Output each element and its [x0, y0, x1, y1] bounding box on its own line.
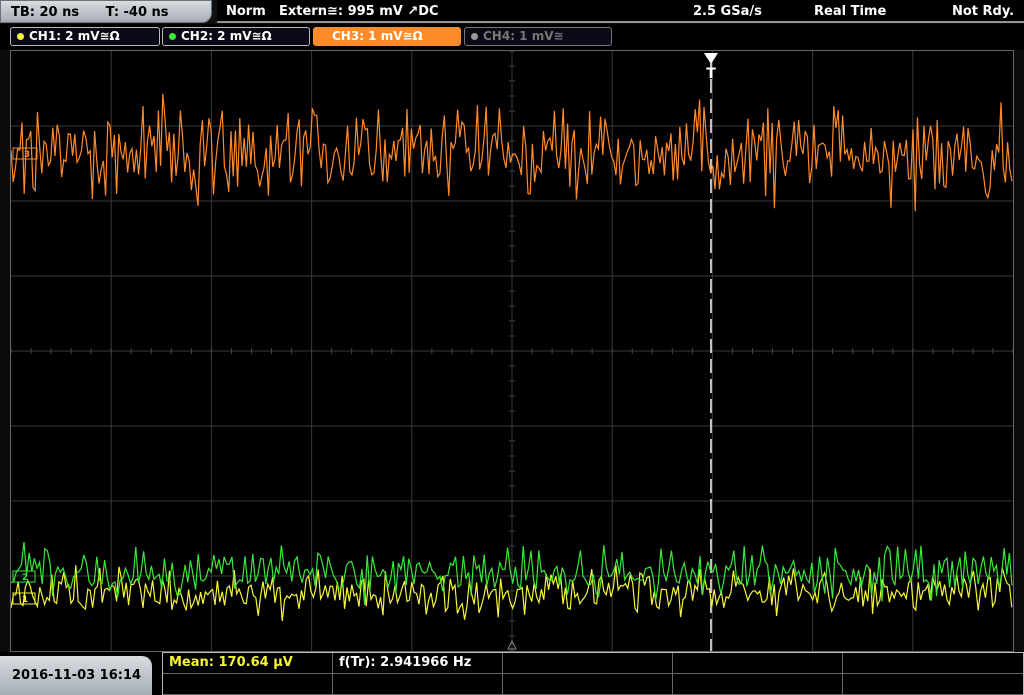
acquisition-mode: Real Time — [814, 4, 887, 19]
trigger-mode: Norm — [226, 4, 266, 19]
measurement-slot-6[interactable] — [163, 674, 333, 695]
channel-2-marker-label: 2 — [22, 573, 28, 583]
measurement-slot-8[interactable] — [503, 674, 673, 695]
channel-1-marker-label: 1 — [22, 595, 28, 605]
timebase-box[interactable]: TB: 20 ns T: -40 ns — [0, 0, 212, 23]
channel-3-label: CH3: 1 mV≅Ω — [332, 29, 423, 43]
sample-rate: 2.5 GSa/s — [693, 4, 762, 19]
channel-2-label: CH2: 2 mV≅Ω — [181, 29, 272, 43]
channel-2-button[interactable]: CH2: 2 mV≅Ω — [162, 27, 310, 46]
date-time: 2016-11-03 16:14 — [0, 656, 152, 695]
acquisition-bar[interactable]: Norm Extern≅: 995 mV ↗DC 2.5 GSa/s Real … — [217, 0, 1024, 23]
channel-3-button[interactable]: CH3: 1 mV≅Ω — [313, 27, 461, 46]
trigger-time-value: T: -40 ns — [105, 5, 169, 20]
timebase-value: TB: 20 ns — [11, 5, 80, 20]
waveform-canvas: T 3 2 1 — [11, 51, 1013, 651]
measurement-slot-5[interactable] — [843, 653, 1023, 674]
trigger-source: Extern≅: 995 mV ↗DC — [279, 4, 439, 19]
waveform-display[interactable]: T 3 2 1 — [10, 50, 1014, 652]
measurement-frequency: f(Tr): 2.941966 Hz — [333, 653, 503, 674]
channel-2-dot-icon — [169, 33, 176, 40]
trigger-arrow-icon[interactable] — [704, 53, 718, 64]
measurement-panel[interactable]: Mean: 170.64 μV f(Tr): 2.941966 Hz — [162, 652, 1024, 695]
channel-4-button[interactable]: CH4: 1 mV≅ — [464, 27, 612, 46]
channel-1-dot-icon — [17, 33, 24, 40]
trigger-label: T — [706, 66, 716, 82]
measurement-slot-3[interactable] — [503, 653, 673, 674]
measurement-slot-7[interactable] — [333, 674, 503, 695]
top-status-bar: TB: 20 ns T: -40 ns Norm Extern≅: 995 mV… — [0, 0, 1024, 24]
measurement-slot-4[interactable] — [673, 653, 843, 674]
channel-bar: CH1: 2 mV≅Ω CH2: 2 mV≅Ω CH3: 1 mV≅Ω CH4:… — [0, 24, 1024, 50]
measurement-slot-10[interactable] — [843, 674, 1023, 695]
status-text: Not Rdy. — [952, 4, 1015, 19]
measurement-mean: Mean: 170.64 μV — [163, 653, 333, 674]
channel-4-label: CH4: 1 mV≅ — [483, 29, 564, 43]
channel-4-dot-icon — [471, 33, 478, 40]
channel-1-label: CH1: 2 mV≅Ω — [29, 29, 120, 43]
measurement-slot-9[interactable] — [673, 674, 843, 695]
channel-3-dot-icon — [320, 33, 327, 40]
channel-3-marker-label: 3 — [24, 150, 30, 160]
channel-1-button[interactable]: CH1: 2 mV≅Ω — [10, 27, 160, 46]
